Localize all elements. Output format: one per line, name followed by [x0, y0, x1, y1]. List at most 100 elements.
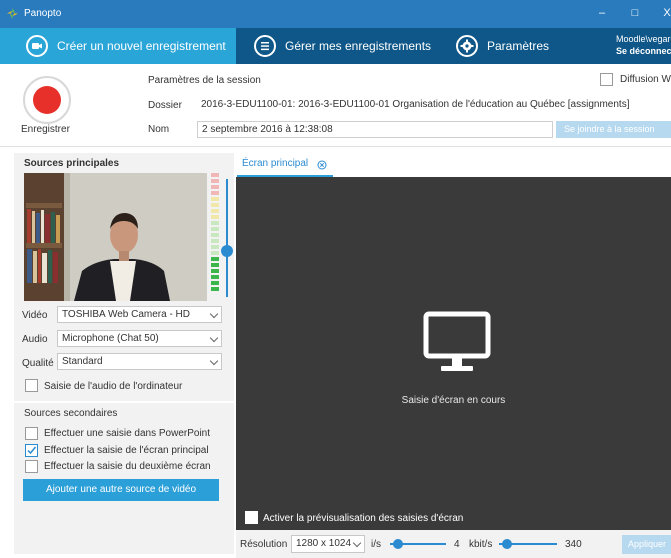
- title-bar: Panopto – □ X: [0, 0, 671, 28]
- video-label: Vidéo: [22, 310, 48, 321]
- chevron-down-icon: [209, 356, 219, 366]
- gear-icon: [456, 35, 478, 57]
- webcast-label: Diffusion W: [620, 74, 671, 85]
- audio-level-segment: [211, 245, 219, 249]
- main-screen-checkbox[interactable]: [25, 444, 38, 457]
- screen-capture-status: Saisie d'écran en cours: [401, 395, 506, 406]
- video-select[interactable]: TOSHIBA Web Camera - HD: [57, 306, 222, 323]
- tab-main-screen-label: Écran principal: [242, 158, 309, 169]
- tab-create-recording[interactable]: Créer un nouvel enregistrement: [26, 28, 226, 64]
- audio-level-segment: [211, 257, 219, 261]
- audio-value: Microphone (Chat 50): [62, 333, 159, 344]
- screen-preview-area: Saisie d'écran en cours Activer la prévi…: [236, 177, 671, 530]
- audio-level-segment: [211, 173, 219, 177]
- tab-manage-recordings[interactable]: Gérer mes enregistrements: [254, 28, 431, 64]
- tab-manage-recordings-label: Gérer mes enregistrements: [285, 39, 432, 53]
- primary-sources-panel: Sources principales Vidéo TOSHIBA Web Ca…: [14, 153, 234, 401]
- tab-main-screen[interactable]: Écran principal: [237, 153, 333, 177]
- join-session-button[interactable]: Se joindre à la session: [556, 121, 671, 138]
- session-settings: Enregistrer Paramètres de la session Dif…: [0, 64, 671, 146]
- folder-label: Dossier: [148, 100, 182, 111]
- audio-level-segment: [211, 203, 219, 207]
- folder-select[interactable]: 2016-3-EDU1100-01: 2016-3-EDU1100-01 Org…: [197, 97, 671, 114]
- audio-level-segment: [211, 227, 219, 231]
- tab-settings[interactable]: Paramètres: [456, 28, 549, 64]
- computer-audio-checkbox[interactable]: [25, 379, 38, 392]
- computer-audio-label: Saisie de l'audio de l'ordinateur: [44, 381, 183, 392]
- volume-slider-track[interactable]: [226, 179, 228, 297]
- chevron-down-icon: [352, 538, 362, 548]
- close-button[interactable]: X: [657, 5, 671, 21]
- add-video-source-button[interactable]: Ajouter une autre source de vidéo: [23, 479, 219, 501]
- audio-select[interactable]: Microphone (Chat 50): [57, 330, 222, 347]
- session-heading: Paramètres de la session: [148, 75, 261, 86]
- audio-level-segment: [211, 197, 219, 201]
- audio-level-segment: [211, 221, 219, 225]
- resolution-value: 1280 x 1024: [296, 538, 352, 549]
- logout-link[interactable]: Se déconnect: [616, 45, 671, 57]
- panopto-logo-icon: [7, 8, 18, 19]
- name-input[interactable]: 2 septembre 2016 à 12:38:08: [197, 121, 553, 138]
- username: Moodle\vegare: [616, 34, 671, 44]
- audio-label: Audio: [22, 334, 48, 345]
- primary-sources-title: Sources principales: [24, 158, 120, 169]
- chevron-down-icon: [209, 333, 219, 343]
- tab-create-recording-label: Créer un nouvel enregistrement: [57, 39, 226, 53]
- audio-level-segment: [211, 215, 219, 219]
- resolution-select[interactable]: 1280 x 1024: [291, 535, 365, 553]
- webcam-preview: [24, 173, 207, 301]
- volume-slider-knob[interactable]: [221, 245, 233, 257]
- window-title: Panopto: [24, 8, 62, 19]
- fps-slider-knob[interactable]: [393, 539, 403, 549]
- audio-level-segment: [211, 185, 219, 189]
- powerpoint-checkbox[interactable]: [25, 427, 38, 440]
- name-label: Nom: [148, 124, 170, 135]
- record-label: Enregistrer: [21, 124, 70, 135]
- checkmark-icon: [27, 446, 37, 455]
- capture-settings-bar: Résolution 1280 x 1024 i/s 4 kbit/s 340 …: [236, 530, 671, 558]
- tab-settings-label: Paramètres: [487, 39, 550, 53]
- webcam-image: [24, 173, 207, 301]
- second-screen-option-label: Effectuer la saisie du deuxième écran: [44, 461, 211, 472]
- audio-level-segment: [211, 269, 219, 273]
- record-dot-icon: [33, 86, 61, 114]
- camera-icon: [26, 35, 48, 57]
- audio-level-segment: [211, 191, 219, 195]
- apply-button[interactable]: Appliquer: [622, 535, 671, 554]
- second-screen-checkbox[interactable]: [25, 460, 38, 473]
- secondary-sources-title: Sources secondaires: [24, 408, 118, 419]
- audio-level-segment: [211, 179, 219, 183]
- audio-level-segment: [211, 275, 219, 279]
- resolution-label: Résolution: [240, 539, 288, 550]
- main-nav: Créer un nouvel enregistrement Gérer mes…: [0, 28, 671, 64]
- name-value: 2 septembre 2016 à 12:38:08: [202, 124, 333, 135]
- bitrate-label: kbit/s: [469, 539, 493, 550]
- quality-value: Standard: [62, 356, 103, 367]
- maximize-button[interactable]: □: [625, 5, 645, 21]
- powerpoint-option-label: Effectuer une saisie dans PowerPoint: [44, 428, 211, 439]
- audio-level-segment: [211, 209, 219, 213]
- quality-select[interactable]: Standard: [57, 353, 222, 370]
- list-icon: [254, 35, 276, 57]
- webcast-checkbox[interactable]: [600, 73, 613, 86]
- audio-level-segment: [211, 233, 219, 237]
- preview-label: Activer la prévisualisation des saisies …: [263, 513, 464, 524]
- fps-value: 4: [454, 539, 460, 550]
- quality-label: Qualité: [22, 358, 54, 369]
- folder-value: 2016-3-EDU1100-01: 2016-3-EDU1100-01 Org…: [201, 99, 630, 110]
- record-button[interactable]: [23, 76, 71, 124]
- minimize-button[interactable]: –: [592, 5, 612, 21]
- user-area: Moodle\vegare Se déconnect: [616, 33, 671, 57]
- video-value: TOSHIBA Web Camera - HD: [62, 309, 190, 320]
- close-tab-icon[interactable]: [317, 160, 327, 170]
- preview-checkbox[interactable]: [245, 511, 258, 524]
- divider: [0, 146, 671, 147]
- audio-level-segment: [211, 239, 219, 243]
- audio-level-segment: [211, 287, 219, 291]
- bitrate-value: 340: [565, 539, 582, 550]
- audio-level-segment: [211, 281, 219, 285]
- secondary-sources-panel: Sources secondaires Effectuer une saisie…: [14, 403, 234, 554]
- bitrate-slider-knob[interactable]: [502, 539, 512, 549]
- audio-level-segment: [211, 251, 219, 255]
- monitor-icon: [423, 311, 491, 371]
